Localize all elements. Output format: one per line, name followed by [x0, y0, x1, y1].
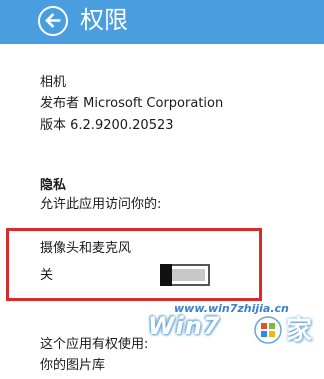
windows-logo-icon [254, 316, 282, 344]
page-title: 权限 [80, 6, 128, 34]
app-name: 相机 [40, 75, 67, 90]
toggle-thumb[interactable] [160, 264, 172, 286]
back-arrow-icon [45, 13, 61, 28]
watermark-suffix: 家 [286, 316, 313, 346]
watermark-brand: Win7 [148, 312, 221, 340]
camera-microphone-label: 摄像头和麦克风 [40, 241, 132, 256]
app-version: 版本 6.2.9200.20523 [40, 118, 174, 133]
toggle-state-label: 关 [40, 268, 54, 283]
back-button[interactable] [38, 6, 68, 36]
privacy-heading: 隐私 [40, 178, 67, 193]
camera-microphone-toggle[interactable] [160, 264, 210, 286]
app-publisher: 发布者 Microsoft Corporation [40, 96, 224, 111]
privacy-description: 允许此应用访问你的: [40, 197, 162, 212]
app-header: 权限 [0, 0, 324, 44]
watermark: www.win7zhijia.cn Win7 家 [136, 302, 324, 354]
permission-item-pictures: 你的图片库 [40, 358, 106, 373]
highlight-box [6, 228, 262, 301]
permissions-title: 这个应用有权使用: [40, 337, 149, 352]
